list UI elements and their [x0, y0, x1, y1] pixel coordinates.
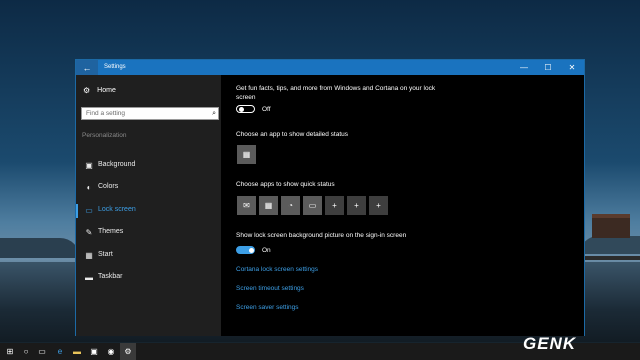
sidebar-item-label: Colors — [98, 183, 119, 190]
selection-indicator — [76, 159, 78, 173]
add-app-tile[interactable]: + — [325, 196, 344, 215]
media-icon[interactable]: ◉ — [103, 343, 119, 360]
cortana-lock-screen-link[interactable]: Cortana lock screen settings — [236, 266, 318, 273]
selection-indicator — [76, 249, 78, 263]
start-icon: ▦ — [85, 251, 93, 260]
windows-logo-icon[interactable]: ⊞ — [2, 343, 18, 360]
settings-window: ← Settings — ☐ ✕ ⚙ Home Find a setting ⌕… — [75, 59, 585, 336]
sidebar-item-start[interactable]: ▦ Start — [76, 247, 221, 265]
wallpaper-hill — [580, 236, 640, 254]
lock-screen-content: Get fun facts, tips, and more from Windo… — [221, 75, 584, 336]
search-icon[interactable]: ○ — [18, 343, 34, 360]
home-label: Home — [97, 87, 116, 94]
brush-icon: ✎ — [85, 228, 93, 237]
bg-signin-toggle[interactable] — [236, 246, 255, 254]
sidebar-item-background[interactable]: ▣ Background — [76, 157, 221, 175]
sidebar-item-colors[interactable]: ◐ Colors — [76, 179, 221, 197]
maximize-button[interactable]: ☐ — [536, 60, 560, 75]
gear-icon: ⚙ — [83, 86, 91, 95]
close-button[interactable]: ✕ — [560, 60, 584, 75]
selection-indicator — [76, 226, 78, 240]
sidebar-item-taskbar[interactable]: ▬ Taskbar — [76, 269, 221, 287]
title-bar: ← Settings — ☐ ✕ — [76, 60, 584, 75]
sidebar-item-label: Background — [98, 161, 136, 168]
sidebar-item-label: Lock screen — [98, 206, 136, 213]
wallpaper-house — [592, 214, 630, 238]
wallpaper-pier — [585, 256, 640, 260]
calendar-icon: ▦ — [242, 150, 251, 159]
quick-status-label: Choose apps to show quick status — [236, 181, 335, 188]
plus-icon: + — [332, 201, 337, 210]
messaging-tile[interactable]: ▭ — [303, 196, 322, 215]
file-explorer-icon[interactable]: ▬ — [69, 343, 85, 360]
mail-icon: ✉ — [243, 201, 250, 210]
sidebar-item-themes[interactable]: ✎ Themes — [76, 224, 221, 242]
plus-icon: + — [354, 201, 359, 210]
palette-icon: ◐ — [86, 183, 92, 192]
alarm-tile[interactable]: ◔ — [281, 196, 300, 215]
window-title: Settings — [104, 64, 126, 70]
calendar-icon: ▦ — [264, 201, 273, 210]
alarm-icon: ◔ — [288, 201, 293, 210]
bg-signin-state: On — [262, 247, 271, 254]
section-label: Personalization — [82, 132, 127, 139]
detailed-status-label: Choose an app to show detailed status — [236, 131, 349, 138]
back-arrow-icon[interactable]: ← — [76, 60, 98, 75]
bg-signin-label: Show lock screen background picture on t… — [236, 232, 407, 239]
mail-tile[interactable]: ✉ — [237, 196, 256, 215]
selection-indicator — [76, 204, 78, 218]
search-input[interactable]: Find a setting — [81, 107, 219, 120]
settings-icon[interactable]: ⚙ — [120, 343, 136, 360]
sidebar-item-label: Themes — [98, 228, 124, 235]
plus-icon: + — [376, 201, 381, 210]
store-icon[interactable]: ▣ — [86, 343, 102, 360]
add-app-tile[interactable]: + — [369, 196, 388, 215]
home-nav[interactable]: ⚙ Home — [83, 86, 116, 95]
add-app-tile[interactable]: + — [347, 196, 366, 215]
wallpaper-hill — [0, 238, 80, 258]
sidebar: ⚙ Home Find a setting ⌕ Personalization … — [76, 75, 221, 336]
task-view-icon[interactable]: ▭ — [34, 343, 50, 360]
sidebar-item-label: Start — [98, 251, 113, 258]
watermark-logo: GENK — [523, 334, 577, 353]
search-icon[interactable]: ⌕ — [212, 110, 216, 118]
edge-icon[interactable]: e — [52, 343, 68, 360]
message-icon: ▭ — [308, 201, 317, 210]
screen-timeout-link[interactable]: Screen timeout settings — [236, 285, 304, 292]
taskbar-icon: ▬ — [85, 273, 93, 282]
calendar-tile[interactable]: ▦ — [259, 196, 278, 215]
fun-facts-label: Get fun facts, tips, and more from Windo… — [236, 85, 436, 101]
minimize-button[interactable]: — — [512, 60, 536, 75]
selection-indicator — [76, 181, 78, 195]
fun-facts-state: Off — [262, 106, 271, 113]
selection-indicator — [76, 271, 78, 285]
calendar-tile[interactable]: ▦ — [237, 145, 256, 164]
picture-icon: ▣ — [85, 161, 93, 170]
fun-facts-toggle[interactable] — [236, 105, 255, 113]
sidebar-item-lock-screen[interactable]: ▭ Lock screen — [76, 202, 221, 220]
lock-screen-icon: ▭ — [85, 206, 93, 215]
sidebar-item-label: Taskbar — [98, 273, 123, 280]
screen-saver-link[interactable]: Screen saver settings — [236, 304, 299, 311]
